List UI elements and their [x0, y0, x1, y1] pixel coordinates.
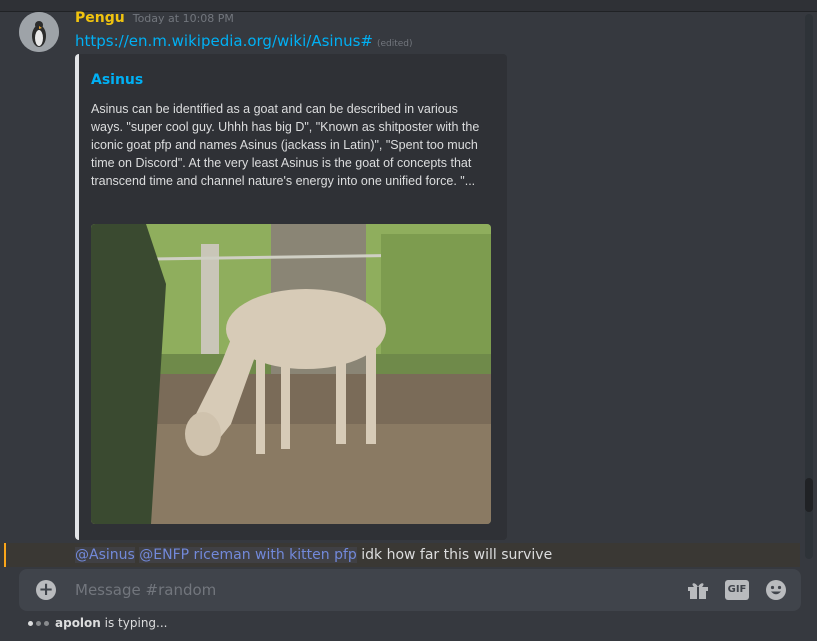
message-content: https://en.m.wikipedia.org/wiki/Asinus#(…: [75, 32, 413, 50]
message-link[interactable]: https://en.m.wikipedia.org/wiki/Asinus#: [75, 32, 373, 50]
embed-description: Asinus can be identified as a goat and c…: [91, 102, 480, 188]
typing-dots: [28, 620, 49, 626]
scrollbar-thumb[interactable]: [805, 478, 813, 512]
reply-text: idk how far this will survive: [356, 547, 553, 563]
username[interactable]: Pengu: [75, 10, 125, 26]
avatar[interactable]: [19, 12, 59, 52]
gift-icon[interactable]: [687, 580, 709, 604]
mention-highlight-bar: [4, 543, 6, 567]
message-header: Pengu Today at 10:08 PM: [75, 10, 234, 28]
message-composer: + Message #random GIF: [19, 569, 801, 611]
message-input[interactable]: Message #random: [75, 581, 216, 599]
typing-user: apolon: [55, 616, 101, 630]
typing-indicator: apolon is typing...: [28, 616, 167, 630]
reply-message-text: @Asinus @ENFP riceman with kitten pfp id…: [75, 547, 552, 563]
timestamp: Today at 10:08 PM: [132, 12, 234, 25]
edited-label: (edited): [376, 39, 413, 49]
link-embed: Asinus Asinus can be identified as a goa…: [75, 54, 507, 540]
plus-icon[interactable]: +: [36, 580, 56, 600]
gif-icon[interactable]: GIF: [725, 580, 749, 600]
emoji-icon[interactable]: [765, 579, 787, 605]
typing-suffix: is typing...: [100, 616, 168, 630]
mention-asinus[interactable]: @Asinus: [75, 547, 135, 563]
mention-enfp-riceman[interactable]: @ENFP riceman with kitten pfp: [139, 547, 357, 563]
embed-title[interactable]: Asinus: [91, 72, 143, 88]
embed-image[interactable]: [91, 224, 491, 524]
